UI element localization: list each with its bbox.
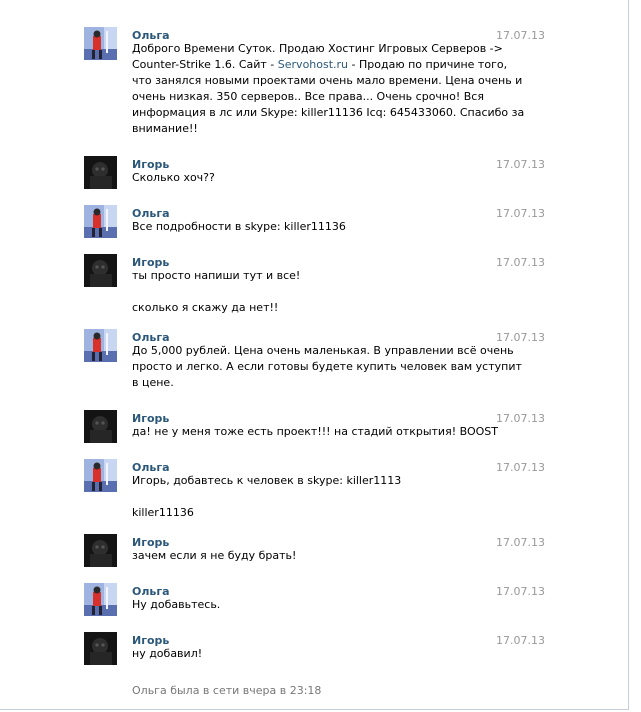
message-text-line: Все подробности в skype: killer11136 xyxy=(132,220,346,233)
message-text-line: ты просто напиши тут и все! xyxy=(132,269,301,282)
avatar[interactable] xyxy=(84,459,117,492)
message-text-line: информация в лс или Skype: killer11136 I… xyxy=(132,106,525,119)
message-date[interactable]: 17.07.13 xyxy=(496,29,545,42)
avatar[interactable] xyxy=(84,410,117,443)
message-text-line: Ну добавьтесь. xyxy=(132,598,221,611)
message-text-line: сколько я скажу да нет!! xyxy=(132,301,279,314)
avatar[interactable] xyxy=(84,27,117,60)
avatar[interactable] xyxy=(84,632,117,665)
online-status: Ольга была в сети вчера в 23:18 xyxy=(132,684,322,697)
message-date[interactable]: 17.07.13 xyxy=(496,158,545,171)
message-text-line: в цене. xyxy=(132,376,174,389)
message-text-line: killer11136 xyxy=(132,506,194,519)
message-text-line: да! не у меня тоже есть проект!!! на ста… xyxy=(132,425,498,438)
message-text-line: Сколько хоч?? xyxy=(132,171,215,184)
message-date[interactable]: 17.07.13 xyxy=(496,207,545,220)
avatar[interactable] xyxy=(84,254,117,287)
avatar[interactable] xyxy=(84,156,117,189)
message-date[interactable]: 17.07.13 xyxy=(496,536,545,549)
message-date[interactable]: 17.07.13 xyxy=(496,412,545,425)
message-text-line: что занялся новыми проектами очень мало … xyxy=(132,74,523,87)
message-text-line: очень низкая. 350 серверов.. Все права..… xyxy=(132,90,484,103)
avatar[interactable] xyxy=(84,329,117,362)
message-text-line: просто и легко. А если готовы будете куп… xyxy=(132,360,522,373)
message-date[interactable]: 17.07.13 xyxy=(496,585,545,598)
message-text-line: Counter-Strike 1.6. Сайт - Servohost.ru … xyxy=(132,58,508,71)
avatar[interactable] xyxy=(84,583,117,616)
message-text-line: Игорь, добавтесь к человек в skype: kill… xyxy=(132,474,402,487)
message-text-line: ну добавил! xyxy=(132,647,203,660)
message-date[interactable]: 17.07.13 xyxy=(496,461,545,474)
avatar[interactable] xyxy=(84,534,117,567)
message-link[interactable]: Servohost.ru xyxy=(278,58,348,71)
message-text-line: зачем если я не буду брать! xyxy=(132,549,297,562)
message-text-line: До 5,000 рублей. Цена очень маленькая. В… xyxy=(132,344,514,357)
message-date[interactable]: 17.07.13 xyxy=(496,634,545,647)
avatar[interactable] xyxy=(84,205,117,238)
message-text-line: Доброго Времени Суток. Продаю Хостинг Иг… xyxy=(132,42,503,55)
message-text-line: внимание!! xyxy=(132,122,198,135)
message-date[interactable]: 17.07.13 xyxy=(496,331,545,344)
message-date[interactable]: 17.07.13 xyxy=(496,256,545,269)
